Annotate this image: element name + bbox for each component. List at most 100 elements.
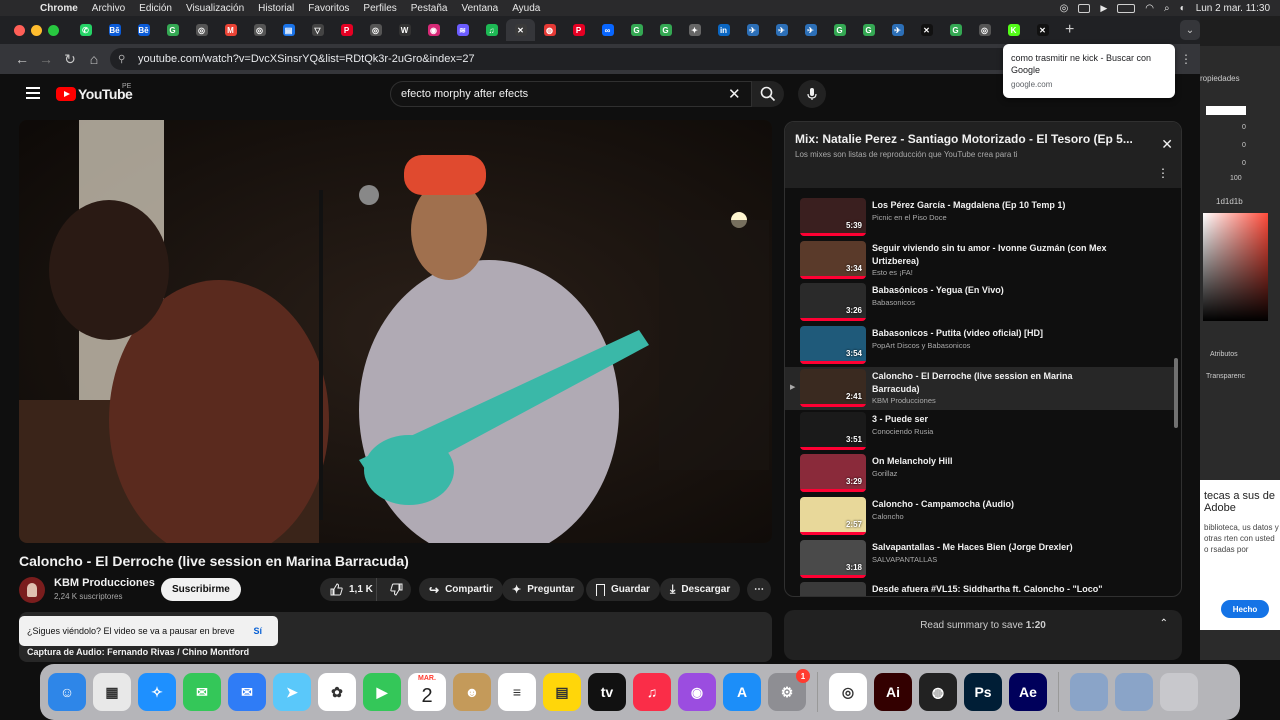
browser-tab[interactable]: ◎ <box>245 19 274 41</box>
app-store-icon[interactable]: A <box>723 673 761 711</box>
wifi-icon[interactable]: ◠ <box>1145 3 1154 14</box>
browser-tab[interactable]: ◍ <box>535 19 564 41</box>
browser-tab[interactable]: ∞ <box>593 19 622 41</box>
toast-yes-button[interactable]: Sí <box>253 626 262 636</box>
browser-tab[interactable]: P <box>332 19 361 41</box>
safari-icon[interactable]: ✧ <box>138 673 176 711</box>
browser-tab[interactable]: G <box>622 19 651 41</box>
menu-ayuda[interactable]: Ayuda <box>512 3 540 14</box>
browser-menu-icon[interactable]: ⋮ <box>1180 52 1192 66</box>
playlist-item[interactable]: 3:26 Babasónicos - Yegua (En Vivo) Babason… <box>785 281 1175 324</box>
browser-tab[interactable]: W <box>390 19 419 41</box>
value-field-3[interactable]: 0 <box>1242 160 1246 167</box>
like-button[interactable]: 1,1 K <box>320 578 377 601</box>
browser-tab[interactable]: ◎ <box>187 19 216 41</box>
playlist-item-title[interactable]: Caloncho - Campamocha (Audio) <box>872 498 1122 511</box>
mail-icon[interactable]: ✉ <box>228 673 266 711</box>
value-field-1[interactable]: 0 <box>1242 124 1246 131</box>
contacts-icon[interactable]: ☻ <box>453 673 491 711</box>
playlist-item-title[interactable]: Babasonicos - Putita (video oficial) [HD… <box>872 327 1122 340</box>
playlist-thumbnail[interactable] <box>800 582 866 596</box>
playlist-item-title[interactable]: Caloncho - El Derroche (live session en … <box>872 370 1122 396</box>
browser-tab[interactable]: ✈ <box>738 19 767 41</box>
video-player[interactable] <box>19 120 772 543</box>
playlist-item-title[interactable]: On Melancholy Hill <box>872 455 1122 468</box>
browser-tab[interactable]: ▤ <box>274 19 303 41</box>
launchpad-icon[interactable]: ▦ <box>93 673 131 711</box>
playlist-scrollbar[interactable] <box>1174 358 1178 428</box>
playlist-item[interactable]: 3:54 Babasonicos - Putita (video oficial)… <box>785 324 1175 367</box>
browser-tab[interactable]: P <box>564 19 593 41</box>
playlist-thumbnail[interactable]: 3:29 <box>800 454 866 493</box>
back-arrow-icon[interactable]: ← <box>10 51 34 67</box>
browser-tab[interactable]: G <box>825 19 854 41</box>
browser-tab[interactable]: G <box>854 19 883 41</box>
finder-icon[interactable]: ☺ <box>48 673 86 711</box>
playlist-thumbnail[interactable]: 3:18 <box>800 539 866 578</box>
summary-panel[interactable]: Read summary to save 1:20 ⌃ <box>784 610 1182 660</box>
browser-tab[interactable]: ♫ <box>477 19 506 41</box>
notes-icon[interactable]: ▤ <box>543 673 581 711</box>
chevron-up-icon[interactable]: ⌃ <box>1160 618 1168 629</box>
browser-tab[interactable]: ✦ <box>680 19 709 41</box>
control-center-icon[interactable]: ◐ <box>1180 3 1186 14</box>
reminders-icon[interactable]: ≡ <box>498 673 536 711</box>
playlist-thumbnail[interactable]: 2:41 <box>800 368 866 407</box>
tv-icon[interactable]: tv <box>588 673 626 711</box>
playlist-thumbnail[interactable]: 5:39 <box>800 198 866 236</box>
close-playlist-icon[interactable]: ✕ <box>1161 136 1173 153</box>
playlist-item-title[interactable]: Salvapantallas - Me Haces Bien (Jorge Dr… <box>872 541 1122 554</box>
download-button[interactable]: ⤓ Descargar <box>660 578 741 601</box>
channel-name[interactable]: KBM Producciones <box>54 577 155 589</box>
browser-tab[interactable]: ◎ <box>970 19 999 41</box>
menu-archivo[interactable]: Archivo <box>92 3 125 14</box>
adobe-done-button[interactable]: Hecho <box>1221 600 1269 618</box>
browser-tab[interactable]: ✈ <box>796 19 825 41</box>
podcasts-icon[interactable]: ◉ <box>678 673 716 711</box>
hex-color-field[interactable]: 1d1d1b <box>1216 197 1243 206</box>
menu-historial[interactable]: Historial <box>258 3 294 14</box>
clear-search-icon[interactable]: ✕ <box>728 85 741 103</box>
playlist-item[interactable]: 5:39 Los Pérez García - Magdalena (Ep 10 … <box>785 196 1175 239</box>
browser-tab[interactable]: ✈ <box>767 19 796 41</box>
playlist-item[interactable]: 2:57 Caloncho - Campamocha (Audio) Calonch… <box>785 495 1175 538</box>
playlist-item[interactable]: 3:29 On Melancholy Hill Gorillaz <box>785 452 1175 495</box>
subscribe-button[interactable]: Suscribirme <box>161 578 241 601</box>
battery-icon[interactable] <box>1117 3 1136 13</box>
youtube-logo[interactable]: YouTube PE <box>56 83 133 102</box>
playlist-item-title[interactable]: Los Pérez García - Magdalena (Ep 10 Temp… <box>872 199 1122 212</box>
menu-ventana[interactable]: Ventana <box>461 3 498 14</box>
new-tab-button[interactable]: + <box>1065 21 1074 39</box>
color-picker-field[interactable] <box>1203 213 1268 321</box>
photos-icon[interactable]: ✿ <box>318 673 356 711</box>
play-icon[interactable]: ▶ <box>1100 3 1107 14</box>
obs-icon[interactable]: ◍ <box>919 673 957 711</box>
browser-tab[interactable]: ✕ <box>506 19 535 41</box>
browser-tab[interactable]: M <box>216 19 245 41</box>
menu-visualizacion[interactable]: Visualización <box>186 3 244 14</box>
menu-edicion[interactable]: Edición <box>139 3 172 14</box>
browser-tab[interactable]: ✈ <box>883 19 912 41</box>
playlist-item[interactable]: Desde afuera #VL15: Siddhartha ft. Calon… <box>785 580 1175 596</box>
reload-icon[interactable]: ↻ <box>58 51 82 68</box>
menu-perfiles[interactable]: Perfiles <box>363 3 396 14</box>
playlist-thumbnail[interactable]: 3:26 <box>800 283 866 322</box>
menu-app-name[interactable]: Chrome <box>40 3 78 14</box>
trash-icon[interactable] <box>1160 673 1198 711</box>
playlist-item-title[interactable]: Seguir viviendo sin tu amor - Ivonne Guz… <box>872 242 1122 268</box>
voice-search-button[interactable] <box>798 80 826 108</box>
more-actions-button[interactable]: ⋯ <box>747 578 771 601</box>
browser-tab[interactable]: ✆ <box>71 19 100 41</box>
save-button[interactable]: Guardar <box>586 578 660 601</box>
browser-tab[interactable]: ✕ <box>912 19 941 41</box>
playlist-item-title[interactable]: Desde afuera #VL15: Siddhartha ft. Calon… <box>872 583 1122 596</box>
browser-tab[interactable]: ◎ <box>361 19 390 41</box>
dislike-button[interactable] <box>383 583 411 596</box>
playlist-thumbnail[interactable]: 3:51 <box>800 411 866 450</box>
messages-icon[interactable]: ✉ <box>183 673 221 711</box>
display-icon[interactable] <box>1078 3 1091 13</box>
value-field-100[interactable]: 100 <box>1230 175 1242 182</box>
ask-button[interactable]: ✦ Preguntar <box>502 578 585 601</box>
browser-tab[interactable]: ◉ <box>419 19 448 41</box>
recent-window-icon[interactable] <box>1115 673 1153 711</box>
